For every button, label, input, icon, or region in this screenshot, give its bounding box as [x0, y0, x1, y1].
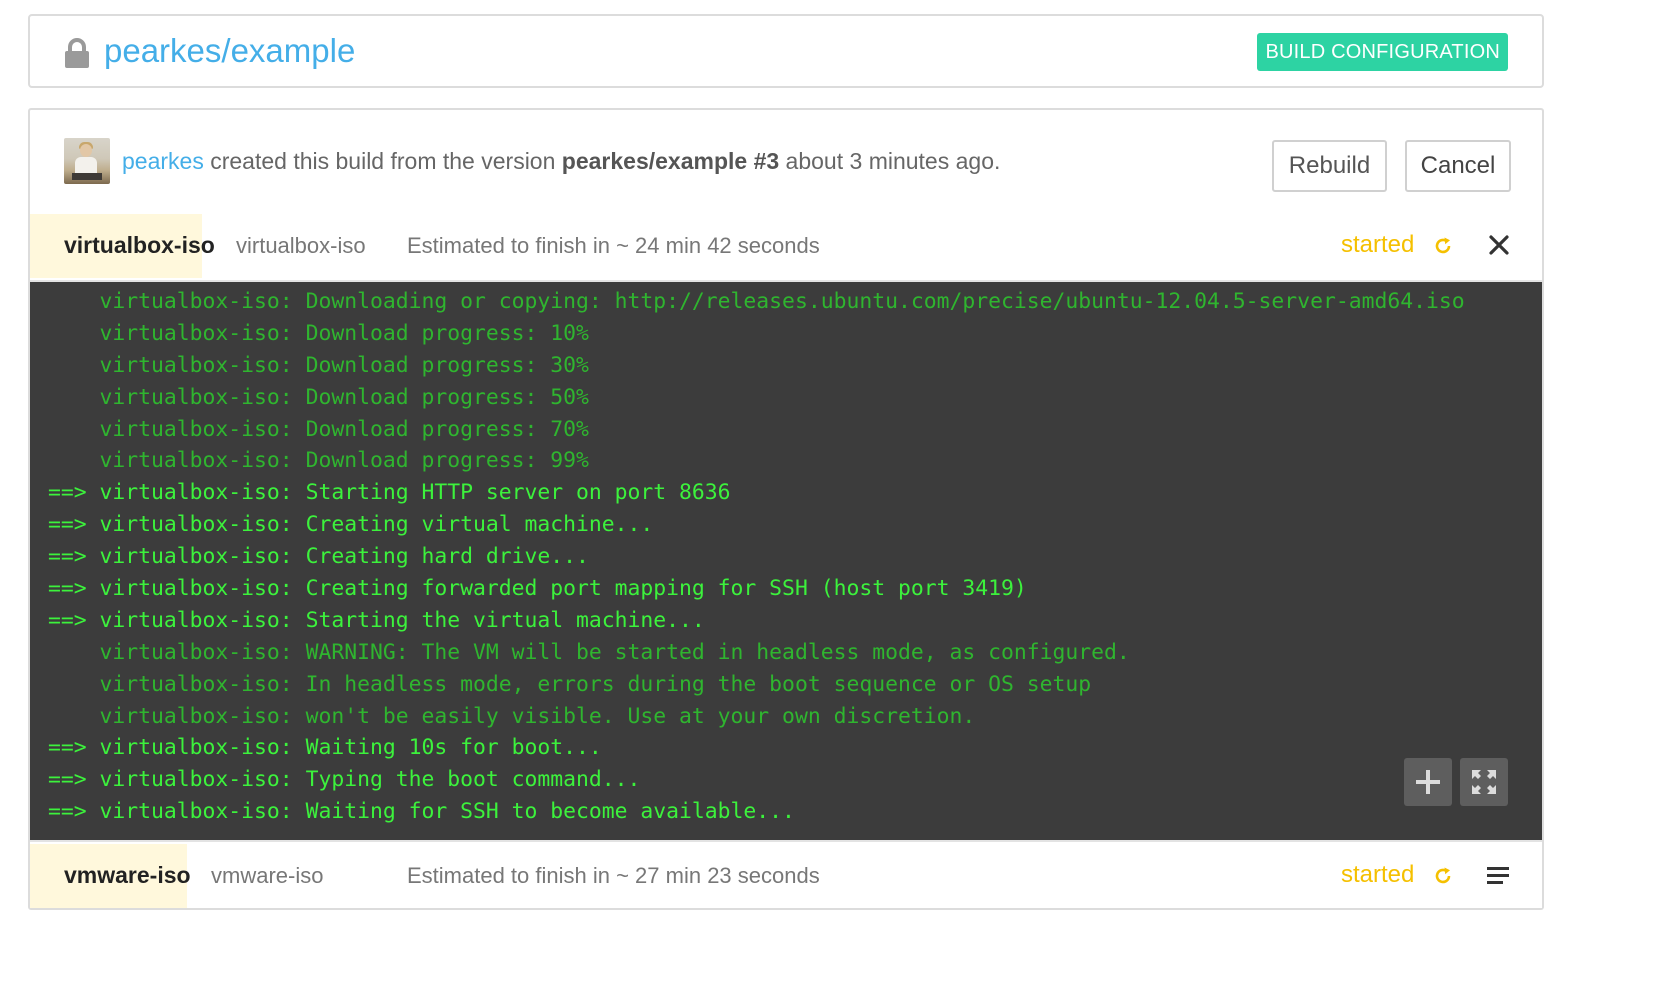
plus-icon — [1416, 770, 1440, 794]
job-status: started — [1341, 231, 1415, 258]
lock-icon — [65, 38, 89, 68]
refresh-icon — [1435, 237, 1451, 254]
log-line: virtualbox-iso: Download progress: 70% — [48, 416, 589, 442]
refresh-icon — [1435, 867, 1451, 884]
job-row-vmware-iso[interactable]: vmware-iso vmware-iso Estimated to finis… — [30, 844, 1542, 908]
version-text: pearkes/example #3 — [561, 148, 780, 174]
log-line: ==> virtualbox-iso: Starting HTTP server… — [48, 480, 731, 506]
cancel-button[interactable]: Cancel — [1405, 140, 1511, 192]
log-line: ==> virtualbox-iso: Starting the virtual… — [48, 607, 705, 633]
job-estimate: Estimated to finish in ~ 24 min 42 secon… — [407, 233, 820, 258]
build-info-row: pearkes created this build from the vers… — [30, 110, 1542, 216]
log-line: virtualbox-iso: Download progress: 50% — [48, 384, 589, 410]
build-log[interactable]: virtualbox-iso: Downloading or copying: … — [30, 280, 1542, 842]
log-line: virtualbox-iso: Download progress: 10% — [48, 320, 589, 346]
plus-button[interactable] — [1404, 758, 1452, 806]
log-line: ==> virtualbox-iso: Typing the boot comm… — [48, 767, 641, 793]
repo-header: pearkes/example BUILD CONFIGURATION — [28, 14, 1544, 88]
user-link[interactable]: pearkes — [122, 148, 204, 174]
time-text: about 3 minutes ago. — [779, 148, 1001, 174]
created-text: created this build from the version — [203, 148, 562, 174]
build-panel: pearkes created this build from the vers… — [28, 108, 1544, 910]
log-line: virtualbox-iso: Download progress: 99% — [48, 448, 589, 474]
log-line: virtualbox-iso: In headless mode, errors… — [48, 671, 1092, 697]
repo-title-link[interactable]: pearkes/example — [104, 32, 355, 70]
job-name: vmware-iso — [64, 862, 191, 888]
menu-icon[interactable] — [1487, 866, 1511, 886]
log-line: virtualbox-iso: WARNING: The VM will be … — [48, 639, 1130, 665]
job-row-virtualbox-iso[interactable]: virtualbox-iso virtualbox-iso Estimated … — [30, 214, 1542, 278]
job-type: virtualbox-iso — [236, 233, 366, 258]
job-type: vmware-iso — [211, 863, 324, 888]
log-line: ==> virtualbox-iso: Creating virtual mac… — [48, 512, 654, 538]
log-line: virtualbox-iso: Downloading or copying: … — [48, 289, 1465, 314]
log-line: ==> virtualbox-iso: Waiting 10s for boot… — [48, 735, 602, 761]
expand-button[interactable] — [1460, 758, 1508, 806]
log-line: virtualbox-iso: won't be easily visible.… — [48, 703, 976, 729]
close-icon[interactable] — [1488, 234, 1510, 256]
job-status: started — [1341, 861, 1415, 888]
build-configuration-button[interactable]: BUILD CONFIGURATION — [1257, 33, 1508, 71]
job-estimate: Estimated to finish in ~ 27 min 23 secon… — [407, 863, 820, 888]
expand-icon — [1472, 770, 1496, 794]
log-line: ==> virtualbox-iso: Creating hard drive.… — [48, 544, 589, 570]
log-line: ==> virtualbox-iso: Creating forwarded p… — [48, 576, 1027, 602]
build-info-text: pearkes created this build from the vers… — [122, 148, 1000, 175]
log-lines: virtualbox-iso: Downloading or copying: … — [30, 286, 1542, 828]
job-name: virtualbox-iso — [64, 232, 215, 258]
log-line: ==> virtualbox-iso: Waiting for SSH to b… — [48, 799, 795, 825]
rebuild-button[interactable]: Rebuild — [1272, 140, 1387, 192]
log-line: virtualbox-iso: Download progress: 30% — [48, 352, 589, 378]
avatar[interactable] — [64, 138, 110, 184]
